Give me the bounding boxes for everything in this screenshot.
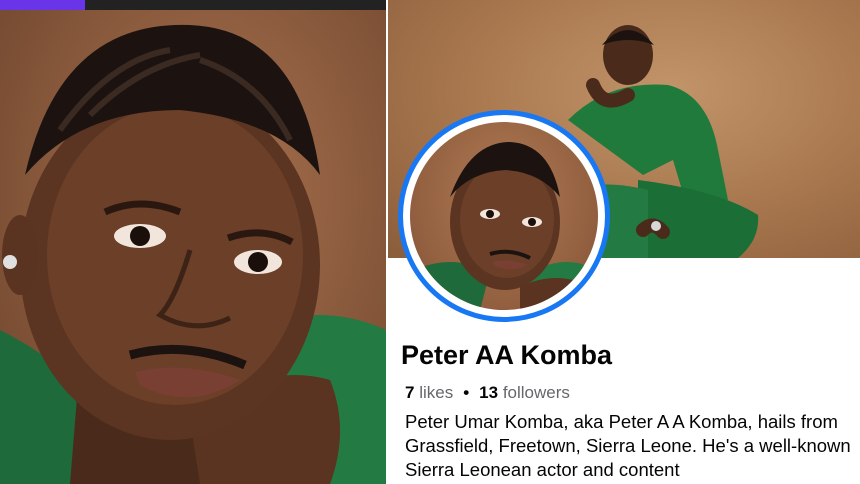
profile-bio: Peter Umar Komba, aka Peter A A Komba, h… [405,411,851,480]
profile-name: Peter AA Komba [401,340,613,370]
profile-page: Peter AA Komba 7 likes • 13 followers Pete… [388,0,860,484]
story-progress-fill [0,0,85,10]
profile-stats: 7 likes • 13 followers [405,383,570,403]
portrait-illustration [0,24,386,484]
profile-avatar[interactable] [398,110,610,322]
followers-count: 13 [479,383,499,402]
likes-link[interactable]: 7 likes [405,383,453,402]
avatar-illustration [410,142,598,310]
likes-label: likes [419,383,454,402]
avatar-photo [410,122,598,310]
story-progress-bar [0,0,386,10]
stats-separator: • [463,383,470,402]
story-photo[interactable] [0,0,386,484]
followers-link[interactable]: 13 followers [479,383,570,402]
followers-label: followers [502,383,570,402]
likes-count: 7 [405,383,415,402]
